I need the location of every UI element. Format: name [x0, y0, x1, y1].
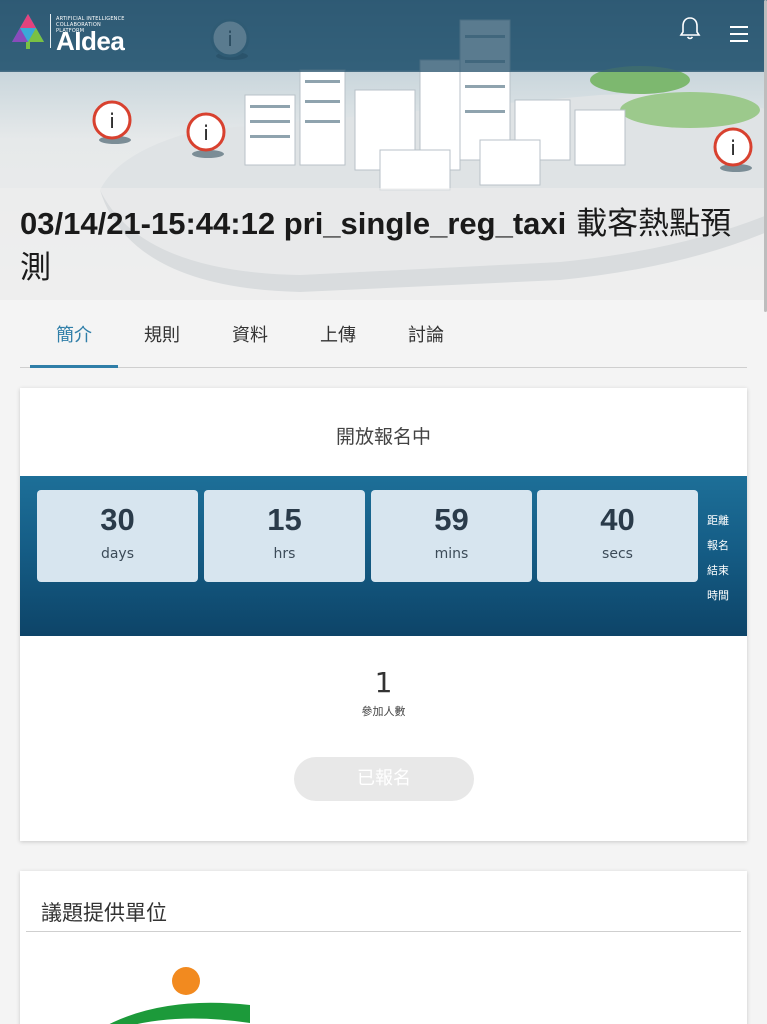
hamburger-menu-icon[interactable] [730, 26, 750, 42]
countdown-seconds: 40 secs [537, 490, 698, 582]
issue-provider-card: 議題提供單位 [20, 871, 747, 1024]
countdown-caption-line: 距離 [707, 514, 729, 527]
participants-label: 參加人數 [361, 705, 406, 718]
aidea-logo[interactable]: ARTIFICIAL INTELLIGENCE COLLABORATION PL… [10, 10, 128, 56]
registered-button[interactable]: 已報名 [294, 757, 474, 801]
map-pin-icon: i [92, 100, 132, 144]
countdown-minutes: 59 mins [371, 490, 532, 582]
countdown-days-unit: days [100, 546, 135, 562]
countdown-minutes-unit: mins [434, 546, 469, 562]
logo-brand-text: AIdea [56, 26, 125, 56]
participants-count: 1 [374, 666, 393, 699]
logo-divider [50, 14, 51, 48]
svg-text:i: i [109, 109, 115, 133]
tab-discussion[interactable]: 討論 [382, 312, 470, 367]
countdown-days-value: 30 [100, 502, 135, 537]
provider-logo [109, 967, 250, 1024]
issue-provider-heading: 議題提供單位 [41, 901, 167, 925]
countdown-caption-line: 報名 [707, 539, 729, 552]
countdown-seconds-value: 40 [600, 502, 635, 537]
registration-status-heading: 開放報名中 [335, 426, 431, 448]
countdown-hours: 15 hrs [204, 490, 365, 582]
competition-title-latin: 03/14/21-15:44:12 pri_single_reg_taxi [20, 206, 567, 241]
countdown-caption-line: 時間 [707, 589, 729, 602]
countdown-days: 30 days [37, 490, 198, 582]
countdown-caption-line: 結束 [707, 564, 729, 577]
svg-text:i: i [203, 121, 209, 145]
countdown-minutes-value: 59 [434, 502, 469, 537]
countdown-hours-value: 15 [267, 502, 302, 537]
tab-bar: 簡介 規則 資料 上傳 討論 [20, 312, 747, 368]
tab-data[interactable]: 資料 [206, 312, 294, 367]
countdown-panel: 30 days 15 hrs 59 mins 40 secs 距離 報名 結束 … [20, 476, 747, 636]
svg-text:i: i [730, 136, 736, 160]
bell-icon[interactable] [678, 15, 702, 41]
section-divider [26, 931, 741, 932]
registration-status-card: 開放報名中 30 days 15 hrs 59 mins 40 secs 距離 … [20, 388, 747, 841]
countdown-seconds-unit: secs [602, 546, 633, 562]
countdown-caption: 距離 報名 結束 時間 [707, 508, 737, 608]
tab-rules[interactable]: 規則 [118, 312, 206, 367]
participants-summary: 1 參加人數 [20, 666, 747, 719]
top-navigation-bar: ARTIFICIAL INTELLIGENCE COLLABORATION PL… [0, 0, 767, 72]
tab-upload[interactable]: 上傳 [294, 312, 382, 367]
countdown-hours-unit: hrs [273, 546, 296, 562]
aidea-logo-mark [12, 14, 44, 49]
competition-title: 03/14/21-15:44:12 pri_single_reg_taxi 載客… [20, 202, 750, 290]
tab-intro[interactable]: 簡介 [30, 312, 118, 368]
